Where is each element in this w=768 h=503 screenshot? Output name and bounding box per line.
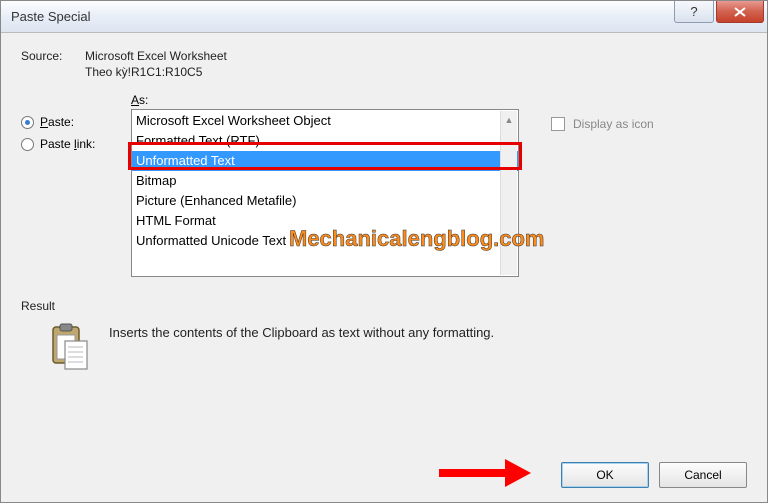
source-value-line1: Microsoft Excel Worksheet (85, 49, 227, 63)
as-label: As: (131, 93, 523, 107)
list-item-selected[interactable]: Unformatted Text (132, 151, 518, 171)
scrollbar[interactable]: ▲ (500, 111, 517, 275)
list-item[interactable]: Formatted Text (RTF) (132, 131, 518, 151)
paste-link-radio-label: Paste link: (40, 137, 95, 151)
ok-button[interactable]: OK (561, 462, 649, 488)
main-area: Paste: Paste link: As: Microsoft Excel W… (21, 93, 747, 277)
list-item[interactable]: Unformatted Unicode Text (132, 231, 518, 251)
scroll-up-icon[interactable]: ▲ (501, 111, 517, 128)
dialog-content: Source: Microsoft Excel Worksheet Theo k… (1, 33, 767, 502)
window-title: Paste Special (11, 9, 91, 24)
help-button[interactable]: ? (674, 1, 714, 23)
result-description: Inserts the contents of the Clipboard as… (109, 323, 494, 340)
result-section: Result Inserts the contents of the Clipb… (21, 299, 747, 371)
list-item[interactable]: Bitmap (132, 171, 518, 191)
window-controls: ? (674, 1, 764, 23)
cancel-button[interactable]: Cancel (659, 462, 747, 488)
titlebar[interactable]: Paste Special ? (1, 1, 767, 33)
result-label: Result (21, 299, 747, 313)
paste-special-dialog: Paste Special ? Source: Microsoft Excel … (0, 0, 768, 503)
list-item[interactable]: HTML Format (132, 211, 518, 231)
right-column: Display as icon (523, 93, 654, 277)
display-as-icon-label: Display as icon (573, 117, 654, 131)
clipboard-icon (49, 323, 91, 371)
radio-icon (21, 116, 34, 129)
source-row: Source: Microsoft Excel Worksheet (21, 49, 747, 63)
paste-link-radio[interactable]: Paste link: (21, 137, 131, 151)
checkbox-icon (551, 117, 565, 131)
list-item[interactable]: Microsoft Excel Worksheet Object (132, 111, 518, 131)
display-as-icon-checkbox[interactable]: Display as icon (551, 117, 654, 131)
list-item[interactable]: Picture (Enhanced Metafile) (132, 191, 518, 211)
annotation-arrow-icon (439, 459, 531, 490)
radio-group: Paste: Paste link: (21, 93, 131, 277)
close-icon (734, 7, 746, 17)
paste-radio-label: Paste: (40, 115, 74, 129)
button-row: OK Cancel (21, 445, 747, 490)
paste-radio[interactable]: Paste: (21, 115, 131, 129)
format-listbox[interactable]: Microsoft Excel Worksheet Object Formatt… (131, 109, 519, 277)
source-value-line2: Theo kỳ!R1C1:R10C5 (21, 65, 747, 79)
radio-icon (21, 138, 34, 151)
source-label: Source: (21, 49, 85, 63)
list-column: As: Microsoft Excel Worksheet Object For… (131, 93, 523, 277)
close-button[interactable] (716, 1, 764, 23)
